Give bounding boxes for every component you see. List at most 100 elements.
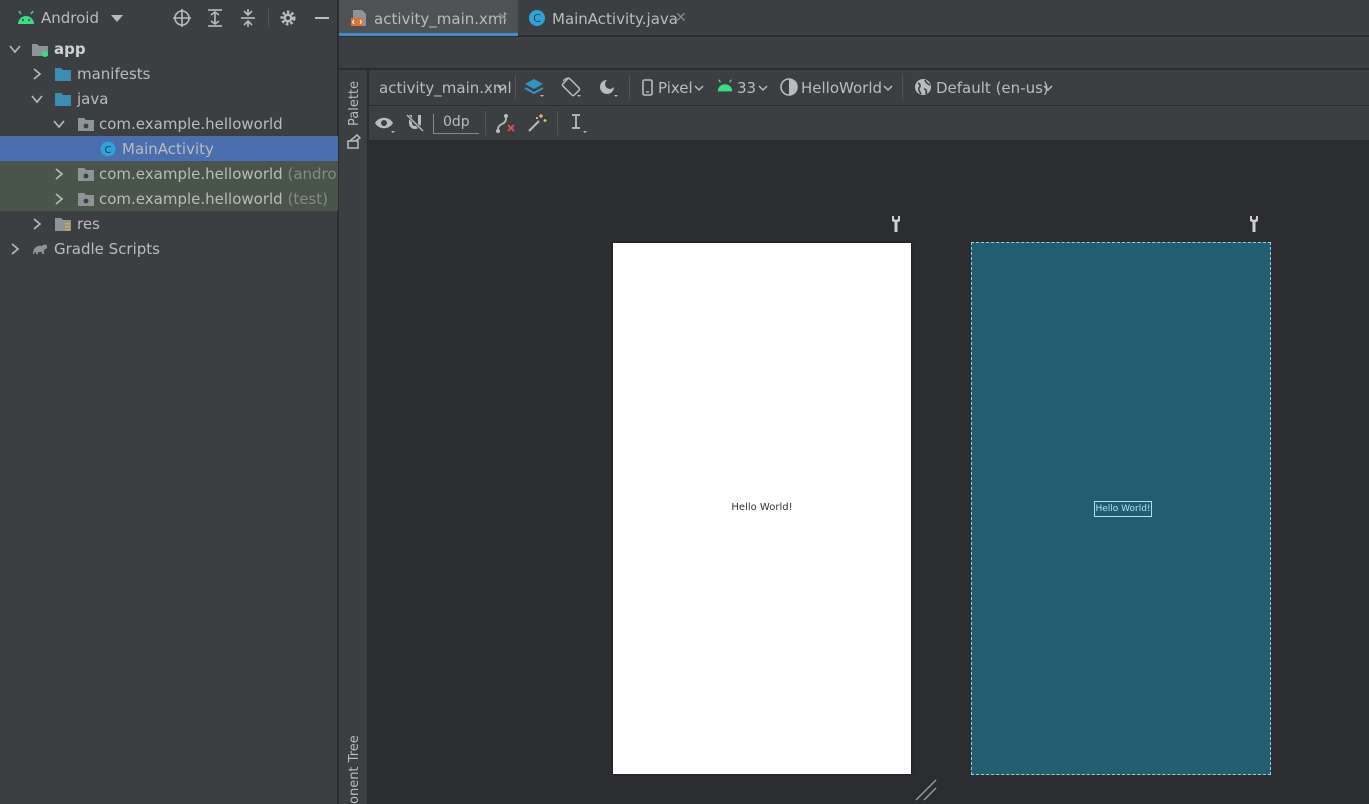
component-tree-tab[interactable]: onent Tree (339, 730, 368, 804)
hello-world-textview[interactable]: Hello World! (613, 502, 911, 513)
default-margin-field[interactable]: 0dp (433, 114, 479, 134)
layers-design-blueprint-icon[interactable] (523, 76, 545, 98)
tree-item-label: res (77, 214, 100, 233)
toolbar-separator (629, 75, 630, 99)
tree-item-label: manifests (77, 64, 151, 83)
component-tree-label: onent Tree (347, 735, 362, 804)
design-preview-surface[interactable]: Hello World! (613, 243, 911, 774)
palette-icon (347, 133, 362, 149)
locate-target-icon[interactable] (172, 8, 192, 28)
tab-activity-main-xml[interactable]: activity_main.xml ✕ (339, 0, 518, 36)
chevron-down-icon[interactable] (30, 92, 44, 106)
tree-item-package[interactable]: com.example.helloworld (0, 111, 338, 136)
orientation-rotate-icon[interactable] (560, 76, 582, 98)
toolbar-separator (485, 111, 486, 135)
project-panel: Android app manifests java com.example.h… (0, 0, 338, 804)
chevron-down-icon[interactable] (497, 85, 507, 92)
editor-subheader (339, 37, 1369, 69)
editor-tab-bar: activity_main.xml ✕ C MainActivity.java … (339, 0, 1369, 36)
chevron-right-icon[interactable] (30, 217, 44, 231)
palette-label: Palette (347, 80, 362, 126)
svg-text:C: C (105, 145, 112, 156)
default-margin-value: 0dp (443, 114, 470, 130)
close-icon[interactable]: ✕ (675, 10, 687, 26)
layout-file-select[interactable]: activity_main.xml (379, 79, 512, 97)
collapse-all-icon[interactable] (238, 8, 258, 28)
dropdown-caret-icon[interactable] (110, 13, 124, 23)
tree-item-gradle-scripts[interactable]: Gradle Scripts (0, 236, 338, 261)
chevron-down-icon[interactable] (694, 85, 704, 92)
toolbar-separator (557, 111, 558, 135)
close-icon[interactable]: ✕ (497, 10, 509, 26)
package-icon (78, 117, 94, 131)
device-phone-icon[interactable] (636, 77, 658, 99)
gradle-icon (33, 244, 48, 254)
project-view-select[interactable]: Android (41, 9, 99, 27)
chevron-down-icon[interactable] (8, 42, 22, 56)
night-mode-icon[interactable] (597, 76, 619, 98)
api-level-select[interactable]: 33 (737, 79, 756, 97)
project-panel-header: Android (0, 0, 338, 36)
tree-item-package-androidtest[interactable]: com.example.helloworld (androidTe (0, 161, 338, 186)
chevron-right-icon[interactable] (8, 242, 22, 256)
chevron-down-icon[interactable] (883, 85, 893, 92)
autoconnect-magnet-off-icon[interactable] (404, 112, 426, 134)
tree-item-suffix: (test) (287, 189, 328, 208)
gear-icon[interactable] (278, 8, 298, 28)
chevron-right-icon[interactable] (52, 167, 66, 181)
tree-item-manifests[interactable]: manifests (0, 61, 338, 86)
guidelines-icon[interactable] (566, 112, 588, 134)
folder-icon (55, 92, 71, 106)
tree-item-label: java (77, 89, 109, 108)
android-api-icon[interactable] (716, 78, 734, 94)
eye-view-options-icon[interactable] (374, 112, 396, 134)
hello-world-textview-blueprint[interactable]: Hello World! (1094, 501, 1152, 517)
theme-select[interactable]: HelloWorld (801, 79, 882, 97)
tree-item-package-test[interactable]: com.example.helloworld (test) (0, 186, 338, 211)
xml-file-icon (351, 10, 366, 26)
infer-constraints-wand-icon[interactable] (526, 112, 548, 134)
toolbar-separator (902, 75, 903, 99)
tree-item-app[interactable]: app (0, 36, 338, 61)
chevron-right-icon[interactable] (52, 192, 66, 206)
tree-item-label: com.example.helloworld (99, 114, 283, 133)
tree-item-label: app (54, 39, 86, 58)
tab-mainactivity-java[interactable]: C MainActivity.java ✕ (519, 0, 699, 36)
resize-handle-icon[interactable] (914, 778, 938, 802)
tab-label: activity_main.xml (374, 10, 507, 28)
folder-icon (55, 67, 71, 81)
tree-item-mainactivity[interactable]: C MainActivity (0, 136, 338, 161)
wrench-icon[interactable] (889, 215, 903, 233)
design-tool-strip: Palette onent Tree (339, 70, 368, 804)
android-icon (18, 10, 34, 24)
blueprint-preview-surface[interactable]: Hello World! (971, 242, 1271, 775)
minimize-icon[interactable] (312, 8, 332, 28)
tree-item-java[interactable]: java (0, 86, 338, 111)
clear-constraints-icon[interactable] (494, 112, 516, 134)
chevron-down-icon[interactable] (1043, 85, 1053, 92)
package-icon (78, 192, 94, 206)
java-class-icon: C (529, 10, 545, 26)
locale-select[interactable]: Default (en-us) (936, 79, 1049, 97)
tree-item-label: MainActivity (122, 139, 214, 158)
tab-label: MainActivity.java (552, 10, 678, 28)
theme-icon[interactable] (778, 76, 800, 98)
app-module-icon (32, 43, 48, 57)
tree-item-res[interactable]: res (0, 211, 338, 236)
wrench-icon[interactable] (1247, 215, 1261, 233)
chevron-right-icon[interactable] (30, 67, 44, 81)
constraint-toolbar: 0dp (369, 106, 1369, 141)
chevron-down-icon[interactable] (758, 85, 768, 92)
chevron-down-icon[interactable] (52, 117, 66, 131)
device-select[interactable]: Pixel (658, 79, 693, 97)
palette-tab[interactable]: Palette (339, 80, 368, 150)
tree-item-label: com.example.helloworld (test) (99, 189, 328, 208)
tree-item-label: com.example.helloworld (androidTe (99, 165, 338, 183)
package-icon (78, 167, 94, 181)
design-toolbar: activity_main.xml Pixel 33 HelloWorld De… (369, 70, 1369, 106)
header-separator (268, 9, 269, 27)
expand-all-icon[interactable] (205, 8, 225, 28)
globe-icon[interactable] (912, 76, 934, 98)
tree-item-suffix: (androidTe (287, 164, 338, 183)
layout-canvas: Hello World! Hello World! (369, 142, 1369, 804)
